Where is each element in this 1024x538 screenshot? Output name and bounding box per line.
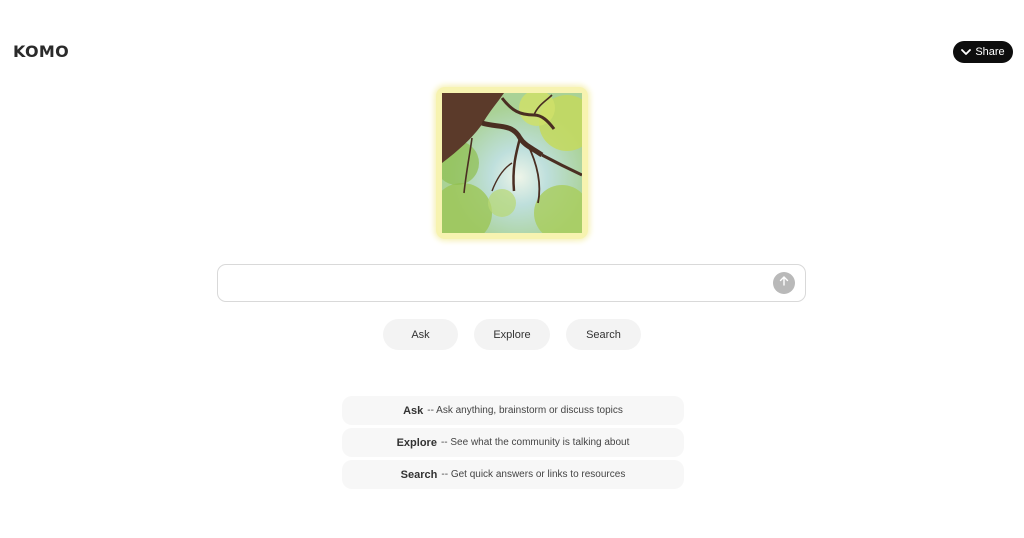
komo-logo[interactable]: KOMO <box>13 42 69 61</box>
description-term: Search <box>400 468 438 481</box>
send-button[interactable] <box>773 272 795 294</box>
explore-mode-button[interactable]: Explore <box>474 319 550 350</box>
description-term: Ask <box>403 404 424 417</box>
description-text: -- See what the community is talking abo… <box>440 437 630 448</box>
hero-tree-image <box>442 93 582 233</box>
ask-mode-button[interactable]: Ask <box>383 319 458 350</box>
search-box <box>217 264 806 303</box>
search-input[interactable] <box>228 265 772 303</box>
chevron-down-icon <box>961 48 972 56</box>
komo-home: KOMO Share Ask Explore Search Ask -- Ask… <box>0 0 1024 538</box>
arrow-up-icon <box>778 274 790 292</box>
description-text: -- Get quick answers or links to resourc… <box>441 469 626 480</box>
share-button[interactable]: Share <box>953 41 1013 63</box>
description-term: Explore <box>396 436 437 449</box>
search-mode-button[interactable]: Search <box>566 319 641 350</box>
share-label: Share <box>975 46 1005 58</box>
explore-description[interactable]: Explore -- See what the community is tal… <box>342 428 684 457</box>
description-text: -- Ask anything, brainstorm or discuss t… <box>427 405 623 416</box>
hero-image-frame <box>436 87 588 239</box>
ask-description[interactable]: Ask -- Ask anything, brainstorm or discu… <box>342 396 684 425</box>
search-description[interactable]: Search -- Get quick answers or links to … <box>342 460 684 489</box>
